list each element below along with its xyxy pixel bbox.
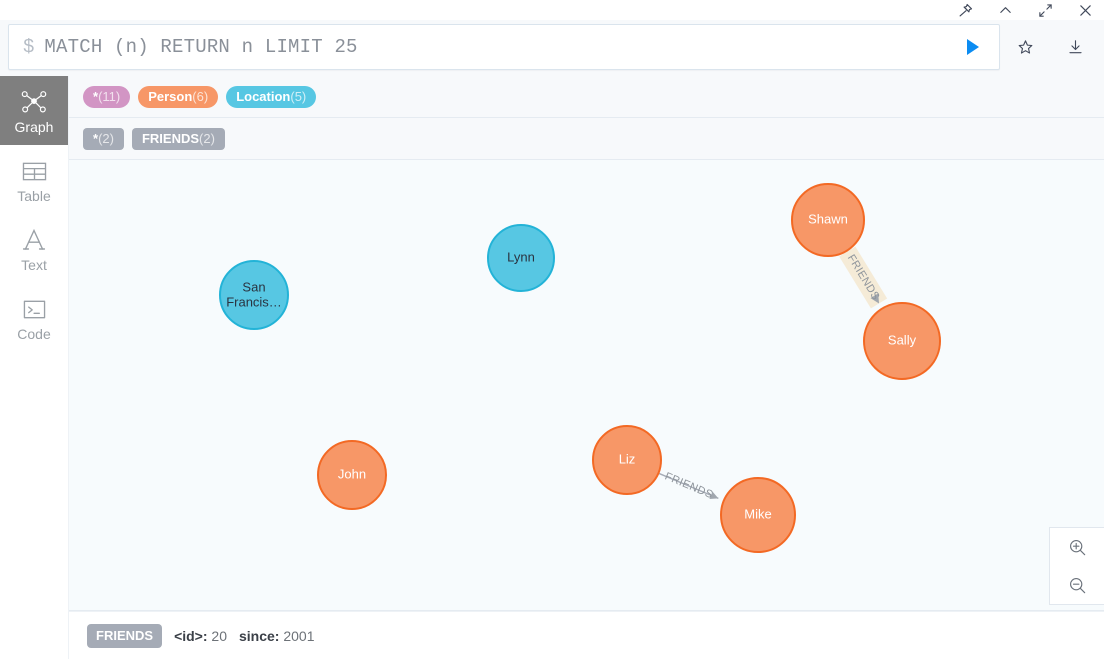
graph-node-mike[interactable]: Mike [720, 477, 796, 553]
rel-chip-all[interactable]: * (2) [83, 127, 124, 150]
table-icon [21, 156, 48, 186]
rel-chip-all-count: (2) [98, 130, 114, 146]
graph-node-liz[interactable]: Liz [592, 425, 662, 495]
relationship-layer: FRIENDS FRIENDS [659, 246, 888, 502]
property-since-key: since: [239, 627, 280, 644]
graph-canvas-wrap: FRIENDS FRIENDS San Francis… Lynn Shawn Sally… [69, 159, 1104, 611]
graph-node-sally[interactable]: Sally [863, 302, 941, 380]
window-titlebar [0, 0, 1104, 20]
rel-chip-friends-name: FRIENDS [141, 130, 200, 146]
expand-icon[interactable] [1036, 1, 1054, 19]
rel-chip-friends[interactable]: FRIENDS (2) [131, 127, 225, 150]
property-since-value: 2001 [283, 627, 315, 644]
zoom-out-button[interactable] [1050, 566, 1104, 604]
zoom-controls [1049, 527, 1104, 605]
text-icon [21, 225, 47, 255]
label-chip-location-count: (5) [290, 88, 307, 104]
neo4j-browser-frame: $ MATCH (n) RETURN n LIMIT 25 Graph Tabl… [0, 0, 1104, 659]
run-query-button[interactable] [945, 25, 999, 69]
inspector-status-bar: FRIENDS <id>: 20 since: 2001 [69, 611, 1104, 659]
download-button[interactable] [1050, 24, 1100, 70]
download-icon [1068, 39, 1082, 53]
node-layer: SanFrancis… Lynn Shawn Sally John Liz Mike [219, 183, 941, 553]
result-body: Graph Table Text Code * (11) Person (6) … [0, 76, 1104, 659]
prompt-symbol: $ [23, 36, 35, 58]
sidebar-item-code-label: Code [17, 326, 51, 342]
relationship-label: FRIENDS [663, 470, 715, 501]
sidebar-item-text[interactable]: Text [0, 214, 68, 283]
legend: * (11) Person (6) Location (5) * (2) FRIENDS… [69, 76, 1104, 159]
relationship-friends-0[interactable]: FRIENDS [839, 246, 888, 309]
sidebar-item-code[interactable]: Code [0, 283, 68, 352]
query-input[interactable]: MATCH (n) RETURN n LIMIT 25 [44, 36, 945, 58]
graph-icon [20, 87, 48, 117]
label-chip-location-name: Location [236, 88, 291, 104]
sidebar-item-table-label: Table [17, 188, 51, 204]
relationship-friends-1[interactable]: FRIENDS [659, 470, 720, 502]
label-chip-person-name: Person [148, 88, 193, 104]
property-id: <id>: 20 [174, 628, 227, 644]
sidebar-item-graph-label: Graph [14, 119, 54, 135]
sidebar-item-text-label: Text [21, 257, 47, 273]
label-chip-all-count: (11) [98, 88, 121, 104]
property-id-key: <id>: [174, 627, 208, 644]
graph-node-john[interactable]: John [317, 440, 387, 510]
status-badge: FRIENDS [87, 623, 163, 648]
rel-chip-friends-count: (2) [199, 130, 215, 146]
graph-canvas[interactable]: FRIENDS FRIENDS San Francis… Lynn Shawn Sally… [69, 159, 1104, 611]
relationship-type-chips: * (2) FRIENDS (2) [69, 117, 1104, 159]
node-label-chips: * (11) Person (6) Location (5) [69, 76, 1104, 117]
play-icon [967, 39, 979, 55]
property-since: since: 2001 [239, 628, 315, 644]
zoom-out-icon [1069, 577, 1085, 593]
label-chip-location[interactable]: Location (5) [226, 85, 317, 108]
favorite-button[interactable] [1000, 24, 1050, 70]
sidebar-item-table[interactable]: Table [0, 145, 68, 214]
query-editor-row: $ MATCH (n) RETURN n LIMIT 25 [0, 20, 1104, 76]
graph-view: * (11) Person (6) Location (5) * (2) FRIENDS… [69, 76, 1104, 659]
view-sidebar: Graph Table Text Code [0, 76, 69, 659]
close-icon[interactable] [1076, 1, 1094, 19]
label-chip-all[interactable]: * (11) [83, 85, 131, 108]
collapse-icon[interactable] [996, 1, 1014, 19]
label-chip-person[interactable]: Person (6) [138, 85, 219, 108]
graph-node-lynn[interactable]: Lynn [487, 224, 555, 292]
pin-icon[interactable] [956, 1, 974, 19]
editor-actions [1000, 24, 1100, 70]
star-icon [1018, 39, 1032, 54]
sidebar-item-graph[interactable]: Graph [0, 76, 68, 145]
zoom-in-icon [1069, 539, 1085, 555]
graph-node-shawn[interactable]: Shawn [791, 183, 865, 257]
query-editor[interactable]: $ MATCH (n) RETURN n LIMIT 25 [8, 24, 1000, 70]
graph-svg[interactable]: FRIENDS FRIENDS SanFrancis… Lynn Shawn Sally… [69, 160, 1104, 611]
graph-node-sanfrancisco[interactable]: SanFrancis… [219, 260, 289, 330]
code-icon [21, 294, 48, 324]
zoom-in-button[interactable] [1050, 528, 1104, 566]
label-chip-person-count: (6) [192, 88, 209, 104]
property-id-value: 20 [211, 627, 227, 644]
